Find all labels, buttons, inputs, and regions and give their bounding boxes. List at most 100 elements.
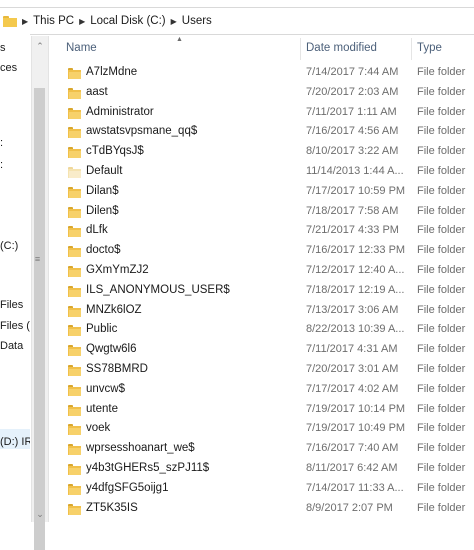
file-date-modified: 7/14/2017 11:33 A... <box>306 481 404 494</box>
file-row[interactable]: ZT5K35IS 8/9/2017 2:07 PM File folder <box>48 499 474 519</box>
file-date-modified: 7/16/2017 12:33 PM <box>306 244 406 257</box>
file-row[interactable]: wprsesshoanart_we$ 7/16/2017 7:40 AM File … <box>48 439 474 459</box>
sort-ascending-icon: ▲ <box>176 36 183 43</box>
file-type: File folder <box>417 501 466 514</box>
file-type: File folder <box>417 105 466 118</box>
column-header-type[interactable]: Type <box>417 42 442 54</box>
file-type: File folder <box>417 362 466 375</box>
file-type: File folder <box>417 422 466 435</box>
nav-item-program-files-x86[interactable]: Files (x <box>0 320 30 332</box>
file-name: Dilen$ <box>86 204 119 217</box>
file-type: File folder <box>417 303 466 316</box>
file-name: unvcw$ <box>86 382 125 395</box>
file-name: Default <box>86 164 123 177</box>
folder-icon <box>68 246 81 258</box>
nav-item[interactable]: ces <box>0 62 17 74</box>
file-row[interactable]: ILS_ANONYMOUS_USER$ 7/18/2017 12:19 A... F… <box>48 281 474 301</box>
file-name: Public <box>86 323 118 336</box>
file-name: A7lzMdne <box>86 66 138 78</box>
nav-item-drive-d[interactable]: (D:) IR <box>0 436 30 448</box>
file-row[interactable]: cTdBYqsJ$ 8/10/2017 3:22 AM File folder <box>48 142 474 162</box>
file-name: awstatsvpsmane_qq$ <box>86 125 198 138</box>
file-type: File folder <box>417 343 466 356</box>
file-row[interactable]: aast 7/20/2017 2:03 AM File folder <box>48 83 474 103</box>
breadcrumb-local-disk[interactable]: Local Disk (C:) <box>90 15 165 27</box>
nav-item-program-data[interactable]: Data <box>0 340 23 352</box>
file-type: File folder <box>417 382 466 395</box>
file-name: y4b3tGHERs5_szPJ11$ <box>86 461 210 474</box>
file-type: File folder <box>417 442 466 455</box>
file-name: aast <box>86 85 108 98</box>
file-type: File folder <box>417 125 466 138</box>
file-date-modified: 7/20/2017 3:01 AM <box>306 362 399 375</box>
file-row[interactable]: y4b3tGHERs5_szPJ11$ 8/11/2017 6:42 AM File… <box>48 459 474 479</box>
file-row[interactable]: Public 8/22/2013 10:39 A... File folder <box>48 320 474 340</box>
breadcrumb-users[interactable]: Users <box>182 15 212 27</box>
file-list: A7lzMdne 7/14/2017 7:44 AM File folder aast… <box>48 63 474 518</box>
scrollbar-thumb[interactable] <box>34 88 45 550</box>
nav-item[interactable]: s <box>0 42 6 54</box>
file-date-modified: 7/20/2017 2:03 AM <box>306 85 399 98</box>
folder-icon <box>68 68 81 79</box>
scroll-up-icon[interactable]: ⌃ <box>32 38 48 54</box>
file-type: File folder <box>417 66 466 78</box>
nav-item-local-disk[interactable]: (C:) <box>0 240 18 252</box>
folder-icon <box>68 87 81 99</box>
folder-icon <box>68 364 81 376</box>
file-date-modified: 7/21/2017 4:33 PM <box>306 224 399 237</box>
file-type: File folder <box>417 184 466 197</box>
file-row[interactable]: Default 11/14/2013 1:44 A... File folder <box>48 162 474 182</box>
file-row[interactable]: dLfk 7/21/2017 4:33 PM File folder <box>48 221 474 241</box>
file-row[interactable]: GXmYmZJ2 7/12/2017 12:40 A... File folder <box>48 261 474 281</box>
file-row[interactable]: SS78BMRD 7/20/2017 3:01 AM File folder <box>48 360 474 380</box>
file-date-modified: 7/18/2017 12:19 A... <box>306 283 405 296</box>
file-row[interactable]: MNZk6lOZ 7/13/2017 3:06 AM File folder <box>48 301 474 321</box>
file-row[interactable]: docto$ 7/16/2017 12:33 PM File folder <box>48 241 474 261</box>
file-name: GXmYmZJ2 <box>86 263 149 276</box>
navigation-pane[interactable]: s ces : : (C:) Files Files (x Data (D:) … <box>0 34 30 535</box>
scroll-down-icon[interactable]: ⌄ <box>32 506 48 522</box>
file-row[interactable]: unvcw$ 7/17/2017 4:02 AM File folder <box>48 380 474 400</box>
file-row[interactable]: voek 7/19/2017 10:49 PM File folder <box>48 419 474 439</box>
file-date-modified: 7/17/2017 4:02 AM <box>306 382 399 395</box>
nav-scrollbar[interactable]: ⌃ ≡ ⌄ <box>31 36 49 550</box>
file-row[interactable]: A7lzMdne 7/14/2017 7:44 AM File folder <box>48 63 474 83</box>
breadcrumb-this-pc[interactable]: This PC <box>33 15 74 27</box>
column-divider[interactable] <box>300 38 301 60</box>
file-name: MNZk6lOZ <box>86 303 142 316</box>
file-date-modified: 8/10/2017 3:22 AM <box>306 145 399 158</box>
file-row[interactable]: Dilan$ 7/17/2017 10:59 PM File folder <box>48 182 474 202</box>
file-date-modified: 8/22/2013 10:39 A... <box>306 323 405 336</box>
chevron-right-icon[interactable]: ▶ <box>79 17 85 26</box>
file-row[interactable]: y4dfgSFG5oijg1 7/14/2017 11:33 A... File f… <box>48 479 474 499</box>
file-name: dLfk <box>86 224 108 237</box>
nav-item[interactable]: : <box>0 159 3 171</box>
scroll-grip-icon: ≡ <box>34 254 41 264</box>
column-divider[interactable] <box>411 38 412 60</box>
folder-icon <box>68 305 81 317</box>
file-row[interactable]: Dilen$ 7/18/2017 7:58 AM File folder <box>48 202 474 222</box>
nav-item[interactable]: : <box>0 137 3 149</box>
file-row[interactable]: Administrator 7/11/2017 1:11 AM File folde… <box>48 103 474 123</box>
column-header-date-modified[interactable]: Date modified <box>306 42 377 54</box>
file-type: File folder <box>417 164 466 177</box>
folder-icon <box>68 186 81 198</box>
chevron-right-icon[interactable]: ▶ <box>171 17 177 26</box>
column-header-name[interactable]: Name <box>66 42 97 54</box>
file-row[interactable]: awstatsvpsmane_qq$ 7/16/2017 4:56 AM File … <box>48 122 474 142</box>
file-type: File folder <box>417 244 466 257</box>
file-type: File folder <box>417 283 466 296</box>
file-row[interactable]: utente 7/19/2017 10:14 PM File folder <box>48 400 474 420</box>
address-bar[interactable]: ▶ This PC ▶ Local Disk (C:) ▶ Users <box>0 7 474 35</box>
chevron-right-icon[interactable]: ▶ <box>22 17 28 26</box>
file-type: File folder <box>417 402 466 415</box>
nav-item-program-files[interactable]: Files <box>0 299 23 311</box>
file-type: File folder <box>417 323 466 336</box>
file-name: Dilan$ <box>86 184 119 197</box>
file-date-modified: 7/14/2017 7:44 AM <box>306 66 399 78</box>
folder-icon <box>68 127 81 139</box>
file-row[interactable]: Qwgtw6l6 7/11/2017 4:31 AM File folder <box>48 340 474 360</box>
file-type: File folder <box>417 145 466 158</box>
folder-icon <box>68 147 81 159</box>
folder-icon <box>68 404 81 416</box>
